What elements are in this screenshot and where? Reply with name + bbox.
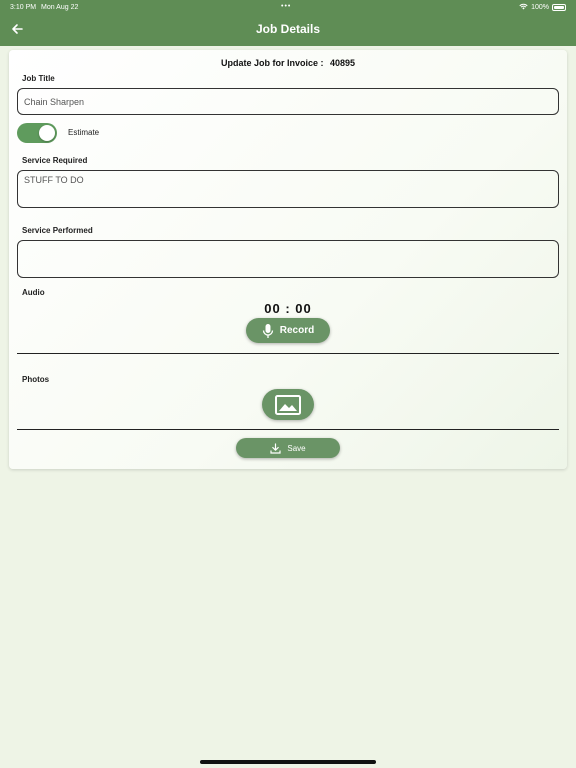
download-icon (270, 442, 281, 454)
photos-divider (17, 429, 559, 430)
header: 3:10 PM Mon Aug 22 ••• 100% Job Details (0, 0, 576, 46)
multitask-dots[interactable]: ••• (281, 3, 291, 10)
job-title-label: Job Title (22, 74, 55, 83)
invoice-heading: Update Job for Invoice : 40895 (9, 58, 567, 68)
invoice-number: 40895 (330, 58, 356, 68)
estimate-toggle[interactable] (17, 123, 57, 143)
service-required-input[interactable]: STUFF TO DO (17, 170, 559, 208)
toggle-knob (39, 125, 55, 141)
job-form-card: Update Job for Invoice : 40895 Job Title… (9, 50, 567, 469)
save-button[interactable]: Save (236, 438, 340, 458)
audio-timer: 00 : 00 (264, 301, 312, 316)
status-right: 100% (519, 3, 566, 12)
service-performed-input[interactable] (17, 240, 559, 278)
service-performed-label: Service Performed (22, 226, 93, 235)
add-photo-button[interactable] (262, 389, 314, 420)
status-time: 3:10 PM (10, 4, 37, 11)
job-details-screen: 3:10 PM Mon Aug 22 ••• 100% Job Details … (0, 0, 576, 768)
audio-label: Audio (22, 288, 45, 297)
wifi-icon (519, 3, 528, 12)
battery-percent: 100% (531, 4, 549, 11)
record-button[interactable]: Record (246, 318, 330, 343)
save-label: Save (287, 443, 306, 453)
microphone-icon (262, 323, 273, 338)
battery-icon (552, 4, 566, 11)
page-title: Job Details (255, 22, 321, 36)
photos-label: Photos (22, 375, 50, 384)
estimate-label: Estimate (68, 128, 100, 137)
invoice-label: Update Job for Invoice : (220, 58, 324, 68)
home-indicator[interactable] (200, 760, 376, 764)
service-required-label: Service Required (22, 156, 88, 165)
status-bar: 3:10 PM Mon Aug 22 ••• 100% (0, 2, 576, 14)
record-label: Record (279, 325, 315, 336)
audio-divider (17, 353, 559, 354)
status-date: Mon Aug 22 (41, 4, 79, 11)
job-title-input[interactable] (17, 88, 559, 115)
image-icon (275, 394, 301, 415)
